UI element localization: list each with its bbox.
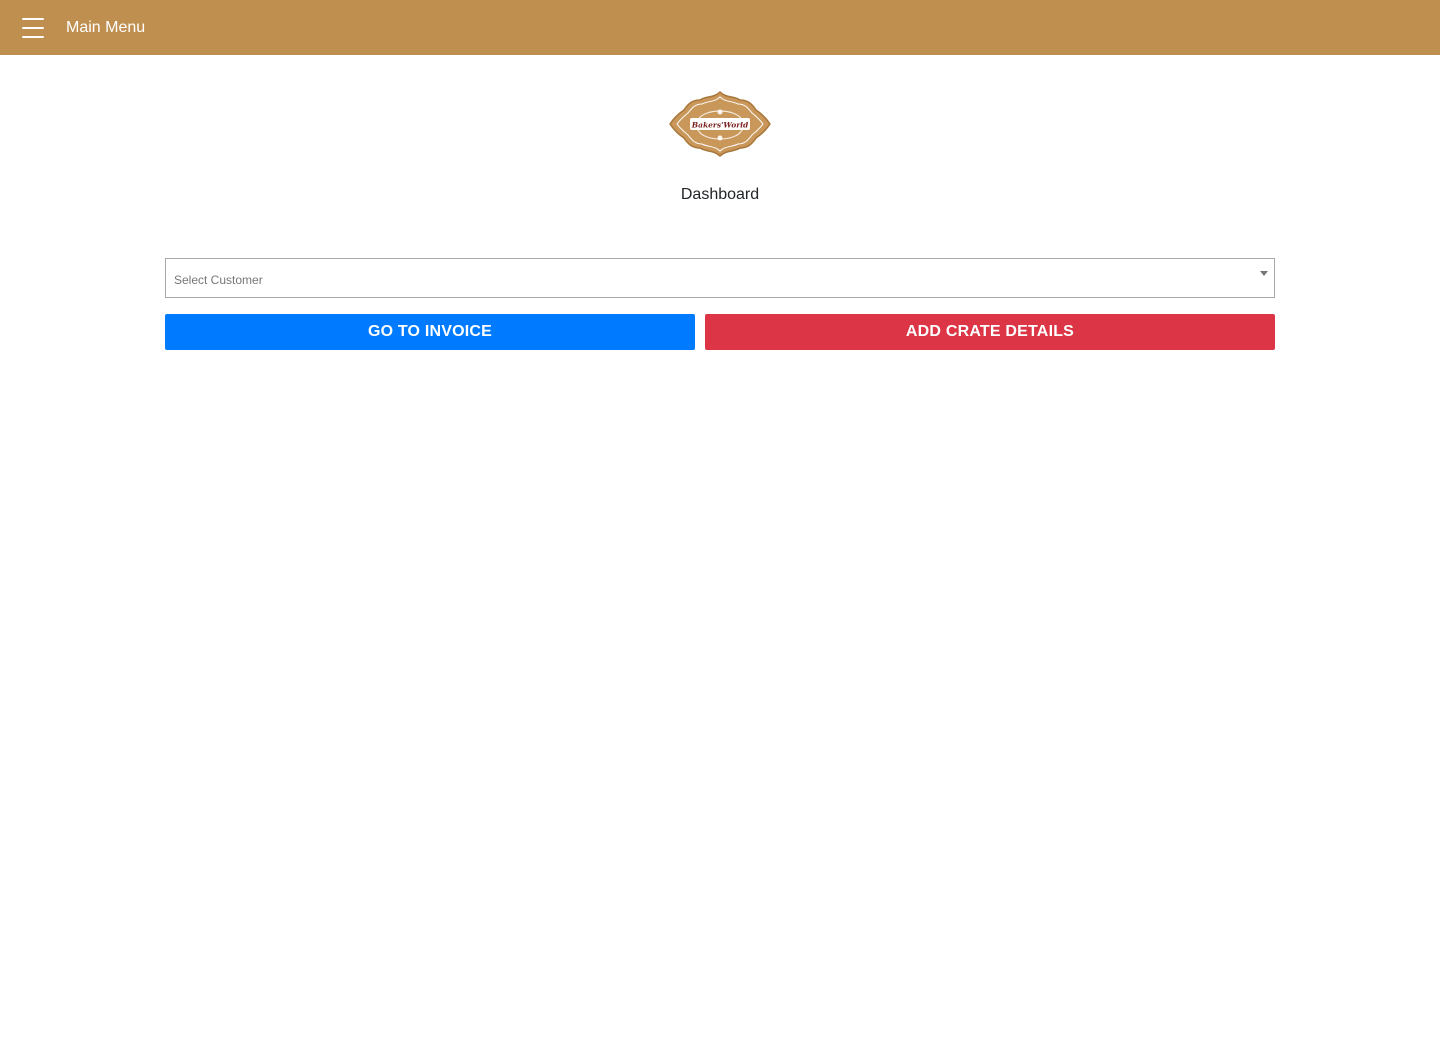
main-menu-title: Main Menu [66, 18, 146, 36]
go-to-invoice-button[interactable]: GO TO INVOICE [165, 314, 695, 350]
customer-select[interactable]: Select Customer [165, 258, 1275, 298]
logo-text: Bakers'World [691, 121, 749, 130]
top-app-bar: Main Menu [0, 0, 1440, 55]
hamburger-menu-icon[interactable] [22, 17, 44, 38]
bakers-world-logo: Bakers'World [669, 90, 771, 158]
customer-select-placeholder: Select Customer [174, 273, 263, 287]
chevron-down-icon [1260, 271, 1268, 276]
add-crate-details-button[interactable]: ADD CRATE DETAILS [705, 314, 1275, 350]
page-title: Dashboard [680, 186, 760, 203]
